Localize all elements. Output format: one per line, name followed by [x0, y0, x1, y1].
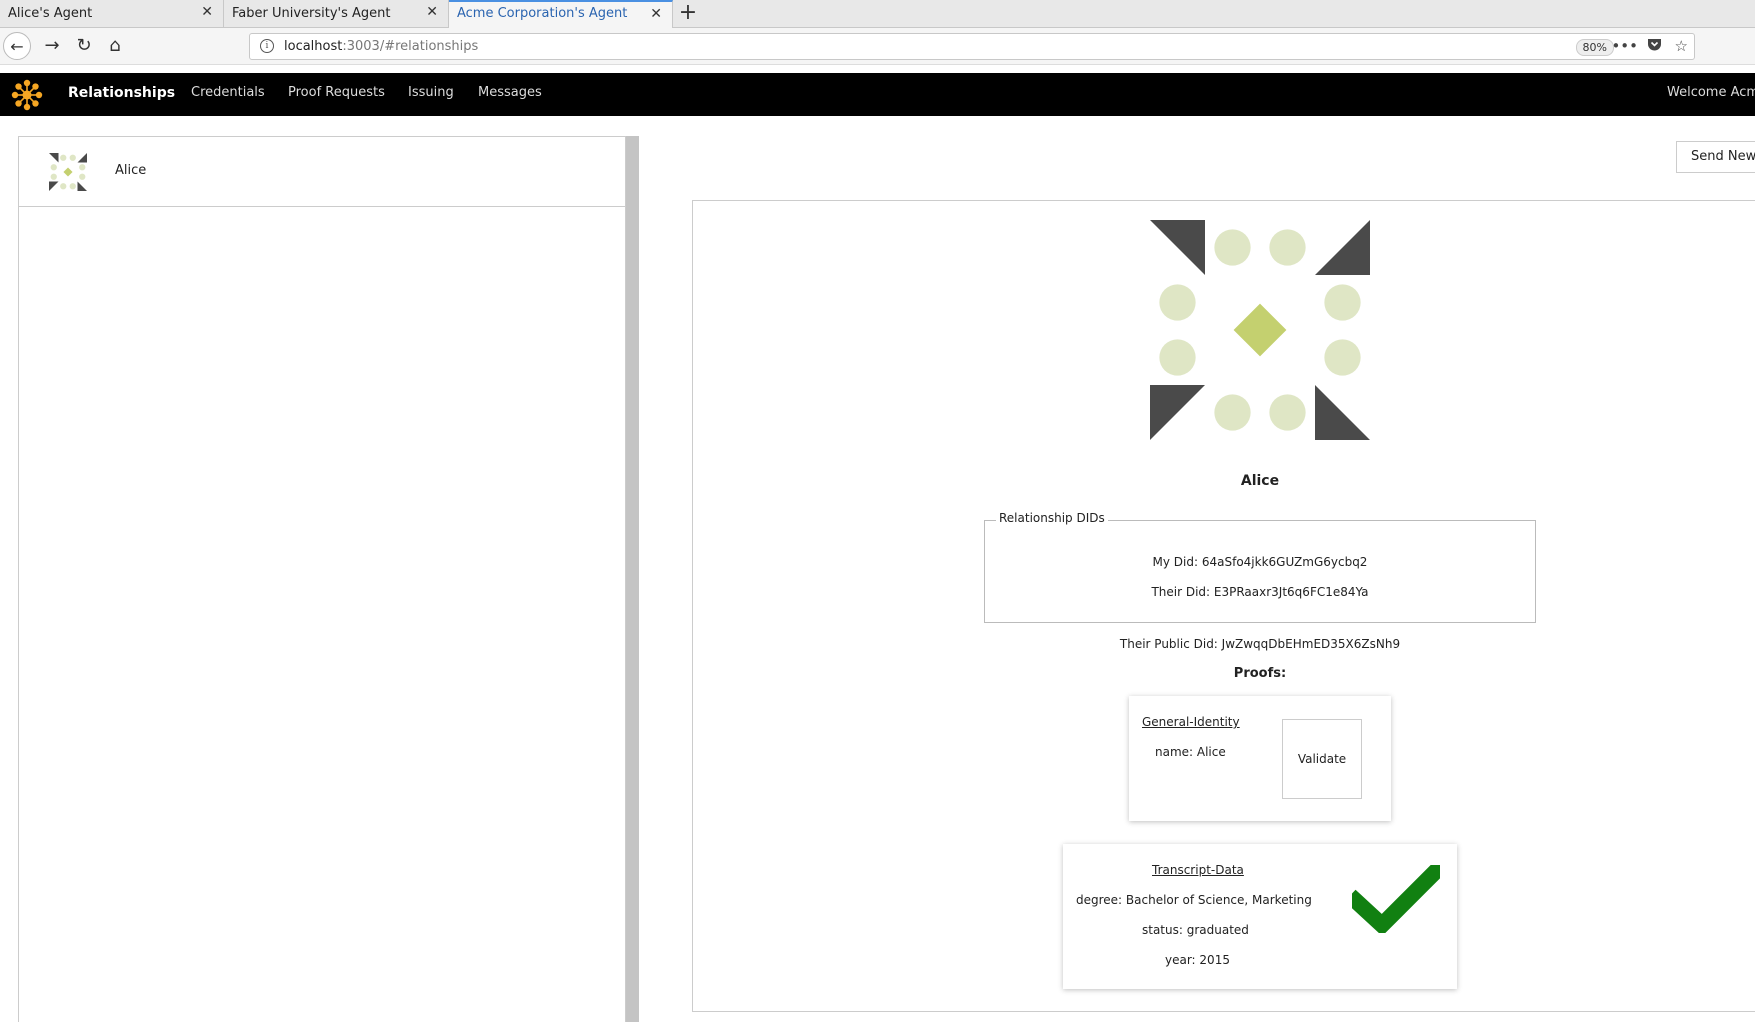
identicon-circle: [1214, 394, 1251, 431]
nav-issuing[interactable]: Issuing: [408, 85, 454, 100]
pocket-icon[interactable]: [1647, 37, 1662, 56]
their-public-did: Their Public Did: JwZwqqDbEHmED35X6ZsNh9: [1119, 637, 1401, 651]
validate-button[interactable]: Validate: [1282, 719, 1362, 799]
info-icon[interactable]: i: [260, 39, 274, 53]
proof-attribute: degree: Bachelor of Science, Marketing: [1076, 893, 1312, 907]
proof-attribute: name: Alice: [1155, 745, 1226, 759]
identicon-circle: [79, 173, 86, 180]
send-new-button[interactable]: Send New: [1676, 141, 1755, 173]
browser-tab-alice[interactable]: Alice's Agent ✕: [0, 0, 224, 28]
zoom-level[interactable]: 80%: [1575, 39, 1614, 56]
nav-proof-requests[interactable]: Proof Requests: [288, 85, 385, 100]
forward-arrow-icon[interactable]: →: [38, 32, 66, 60]
tab-title: Alice's Agent: [8, 6, 93, 21]
identicon-triangle: [1315, 385, 1370, 440]
identicon-circle: [1269, 229, 1306, 266]
home-icon[interactable]: ⌂: [101, 32, 129, 60]
close-icon[interactable]: ✕: [426, 4, 438, 20]
list-item[interactable]: Alice: [19, 137, 625, 207]
browser-tab-faber[interactable]: Faber University's Agent ✕: [224, 0, 449, 28]
identicon-circle: [69, 154, 76, 161]
browser-nav-bar: ← → ↻ ⌂ i localhost:3003/#relationships …: [0, 28, 1755, 65]
proof-name[interactable]: Transcript-Data: [1152, 863, 1244, 877]
bookmark-star-icon[interactable]: ☆: [1675, 37, 1688, 55]
proof-name[interactable]: General-Identity: [1142, 715, 1240, 729]
proofs-heading: Proofs:: [1233, 666, 1287, 681]
my-did: My Did: 64aSfo4jkk6GUZmG6ycbq2: [1152, 555, 1368, 569]
app-logo-icon[interactable]: [11, 79, 43, 111]
identicon-circle: [79, 164, 86, 171]
relationship-name: Alice: [115, 163, 147, 178]
identicon-triangle: [49, 181, 59, 191]
relationship-dids-legend: Relationship DIDs: [996, 511, 1108, 525]
identicon-circle: [50, 164, 57, 171]
their-did: Their Did: E3PRaaxr3Jt6q6FC1e84Ya: [1151, 585, 1369, 599]
new-tab-icon[interactable]: +: [674, 0, 702, 28]
identicon-diamond: [1233, 303, 1287, 357]
welcome-text: Welcome Acme: [1667, 85, 1755, 100]
tab-title: Faber University's Agent: [232, 6, 391, 21]
identicon-circle: [1159, 284, 1196, 321]
tab-title: Acme Corporation's Agent: [457, 6, 628, 21]
proof-attribute: status: graduated: [1142, 923, 1249, 937]
relationship-dids-box: [984, 520, 1536, 623]
identicon-circle: [69, 183, 76, 190]
url-text: localhost:3003/#relationships: [284, 39, 479, 54]
url-bar[interactable]: i localhost:3003/#relationships 80% ••• …: [249, 33, 1695, 60]
scrollbar[interactable]: [626, 136, 639, 1022]
nav-credentials[interactable]: Credentials: [191, 85, 265, 100]
identicon-circle: [1324, 339, 1361, 376]
more-icon[interactable]: •••: [1611, 37, 1638, 55]
identicon-triangle: [1150, 220, 1205, 275]
identicon-circle: [1214, 229, 1251, 266]
browser-tab-acme[interactable]: Acme Corporation's Agent ✕: [449, 0, 673, 29]
identicon-triangle: [1150, 385, 1205, 440]
checkmark-icon: [1352, 865, 1440, 933]
identicon-diamond: [63, 167, 73, 177]
identicon-triangle: [49, 153, 59, 163]
identicon-triangle: [1315, 220, 1370, 275]
relationships-list: Alice: [18, 136, 626, 1022]
nav-relationships[interactable]: Relationships: [68, 85, 175, 101]
back-arrow-icon[interactable]: ←: [3, 32, 31, 60]
nav-messages[interactable]: Messages: [478, 85, 542, 100]
proof-attribute: year: 2015: [1165, 953, 1230, 967]
reload-icon[interactable]: ↻: [70, 32, 98, 60]
close-icon[interactable]: ✕: [201, 4, 213, 20]
browser-tab-bar: Alice's Agent ✕ Faber University's Agent…: [0, 0, 1755, 29]
close-icon[interactable]: ✕: [650, 6, 662, 22]
identicon-circle: [60, 154, 67, 161]
relationship-title: Alice: [1240, 473, 1280, 489]
avatar: [1150, 220, 1370, 440]
app-header: Relationships Credentials Proof Requests…: [0, 73, 1755, 116]
identicon-circle: [60, 183, 67, 190]
identicon-triangle: [77, 181, 87, 191]
identicon-triangle: [77, 153, 87, 163]
identicon-circle: [50, 173, 57, 180]
identicon-circle: [1159, 339, 1196, 376]
avatar: [49, 153, 87, 191]
identicon-circle: [1269, 394, 1306, 431]
identicon-circle: [1324, 284, 1361, 321]
